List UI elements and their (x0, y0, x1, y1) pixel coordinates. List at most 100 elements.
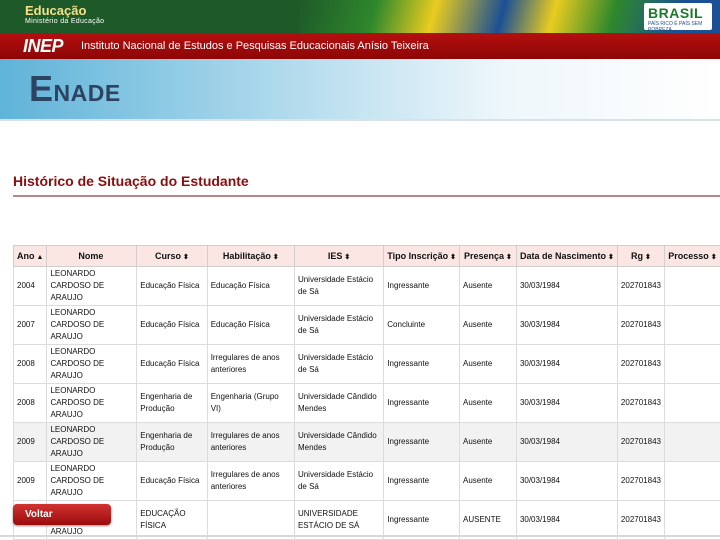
column-header-qualification[interactable]: Habilitação ⬍ (206, 245, 295, 267)
cell-course: EDUCAÇÃO FÍSICA (136, 500, 208, 540)
inep-logo[interactable]: INEP (23, 36, 64, 57)
back-button-label: Voltar (25, 509, 53, 520)
cell-year: 2004 (12, 266, 48, 306)
cell-enrollment-type: Ingressante (383, 461, 460, 501)
cell-birth-date: 30/03/1984 (515, 422, 618, 462)
cell-name: LEONARDO CARDOSO DE ARAUJO (46, 266, 138, 306)
cell-qualification: Educação Física (206, 266, 295, 306)
table-row: 2009 LEONARDO CARDOSO DE ARAUJO Engenharia… (12, 422, 720, 462)
ministry-subtitle: Ministério da Educação (25, 18, 105, 25)
cell-process (663, 461, 720, 501)
cell-birth-date: 30/03/1984 (515, 344, 618, 384)
sort-icon: ⬍ (272, 254, 279, 261)
brasil-tagline: PAÍS RICO É PAÍS SEM POBREZA (648, 21, 703, 33)
cell-process (663, 305, 720, 345)
cell-birth-date: 30/03/1984 (515, 266, 618, 306)
column-header-rg[interactable]: Rg ⬍ (616, 245, 665, 267)
column-header-course[interactable]: Curso ⬍ (136, 245, 208, 267)
table-body: 2004 LEONARDO CARDOSO DE ARAUJO Educação F… (12, 266, 720, 540)
cell-rg: 202701843 (616, 422, 665, 462)
cell-rg: 202701843 (616, 461, 665, 501)
cell-name: LEONARDO CARDOSO DE ARAUJO (46, 383, 138, 423)
cell-birth-date: 30/03/1984 (515, 461, 618, 501)
table-header-row: Ano ▲ Nome Curso ⬍ Habilitação ⬍ IES ⬍ Tipo Inscr… (12, 245, 720, 267)
sort-icon: ⬍ (506, 254, 512, 261)
cell-year: 2007 (12, 305, 48, 345)
cell-process (663, 344, 720, 384)
column-header-enrollment-type[interactable]: Tipo Inscrição ⬍ (383, 245, 460, 267)
cell-year: 2009 (12, 461, 48, 501)
sort-icon: ⬍ (645, 254, 651, 261)
column-header-institution[interactable]: IES ⬍ (293, 245, 385, 267)
cell-enrollment-type: Ingressante (383, 383, 460, 423)
cell-rg: 202701843 (616, 266, 665, 306)
cell-institution: Universidade Estácio de Sá (293, 461, 385, 501)
cell-name: LEONARDO CARDOSO DE ARAUJO (46, 344, 138, 384)
cell-name: LEONARDO CARDOSO DE ARAUJO (46, 461, 138, 501)
back-button[interactable]: Voltar (13, 504, 111, 525)
table-row: 2008 LEONARDO CARDOSO DE ARAUJO Educação F… (12, 344, 720, 384)
cell-enrollment-type: Ingressante (383, 266, 460, 306)
column-header-label: Presença (464, 251, 505, 261)
cell-enrollment-type: Concluinte (383, 305, 460, 345)
cell-year: 2009 (12, 422, 48, 462)
cell-year: 2008 (12, 383, 48, 423)
cell-enrollment-type: Ingressante (383, 500, 460, 540)
table-row: 2008 LEONARDO CARDOSO DE ARAUJO Engenharia… (12, 383, 720, 423)
cell-attendance: Ausente (459, 461, 517, 501)
inep-header: INEP Instituto Nacional de Estudos e Pes… (0, 33, 720, 59)
institute-name: Instituto Nacional de Estudos e Pesquisa… (81, 40, 429, 52)
cell-institution: UNIVERSIDADE ESTÁCIO DE SÁ (293, 500, 385, 540)
sort-icon: ⬍ (608, 254, 614, 261)
sort-icon: ⬍ (344, 254, 351, 261)
cell-qualification: Irregulares de anos anteriores (206, 461, 295, 501)
cell-qualification: Educação Física (206, 305, 295, 345)
column-header-birth-date[interactable]: Data de Nascimento ⬍ (515, 245, 618, 267)
history-table: Ano ▲ Nome Curso ⬍ Habilitação ⬍ IES ⬍ Tipo Inscr… (12, 245, 720, 540)
column-header-label: Nome (78, 251, 104, 261)
banner-divider (0, 119, 720, 121)
table-row: 2004 LEONARDO CARDOSO DE ARAUJO Educação F… (12, 266, 720, 306)
sort-icon: ⬍ (183, 254, 189, 261)
cell-institution: Universidade Cândido Mendes (293, 383, 385, 423)
table-row: 2009 LEONARDO CARDOSO DE ARAUJO Educação F… (12, 461, 720, 501)
cell-qualification: Irregulares de anos anteriores (206, 344, 295, 384)
column-header-label: IES (327, 251, 343, 261)
cell-process (663, 500, 720, 540)
table-row: 2007 LEONARDO CARDOSO DE ARAUJO Educação F… (12, 305, 720, 345)
cell-institution: Universidade Estácio de Sá (293, 344, 385, 384)
column-header-year[interactable]: Ano ▲ (12, 245, 48, 267)
brasil-logo[interactable]: BRASIL PAÍS RICO É PAÍS SEM POBREZA (644, 3, 712, 33)
cell-course: Engenharia de Produção (136, 422, 208, 462)
enade-logo: ENADE (29, 68, 121, 110)
ministry-title: Educação (25, 3, 87, 18)
cell-course: Engenharia de Produção (136, 383, 208, 423)
column-header-name[interactable]: Nome (46, 245, 138, 267)
column-header-label: Habilitação (222, 251, 271, 261)
cell-course: Educação Física (136, 305, 208, 345)
cell-attendance: Ausente (459, 422, 517, 462)
column-header-process[interactable]: Processo ⬍ (663, 245, 720, 267)
column-header-label: Rg (631, 251, 643, 261)
cell-institution: Universidade Estácio de Sá (293, 266, 385, 306)
cell-year: 2008 (12, 344, 48, 384)
cell-rg: 202701843 (616, 383, 665, 423)
enade-logo-rest: NADE (53, 80, 121, 106)
cell-name: LEONARDO CARDOSO DE ARAUJO (46, 422, 138, 462)
cell-process (663, 383, 720, 423)
column-header-attendance[interactable]: Presença ⬍ (459, 245, 517, 267)
cell-qualification: Engenharia (Grupo VI) (206, 383, 295, 423)
title-divider (13, 195, 720, 197)
cell-process (663, 422, 720, 462)
cell-birth-date: 30/03/1984 (515, 500, 618, 540)
cell-qualification: Irregulares de anos anteriores (206, 422, 295, 462)
cell-attendance: Ausente (459, 266, 517, 306)
cell-process (663, 266, 720, 306)
column-header-label: Ano (17, 251, 35, 261)
table-row: 2010LEONARDO CARDOSO DE ARAUJOEDUCAÇÃO F… (12, 500, 720, 540)
cell-institution: Universidade Cândido Mendes (293, 422, 385, 462)
cell-attendance: Ausente (459, 344, 517, 384)
cell-rg: 202701843 (616, 344, 665, 384)
cell-qualification (206, 500, 295, 540)
cell-birth-date: 30/03/1984 (515, 383, 618, 423)
